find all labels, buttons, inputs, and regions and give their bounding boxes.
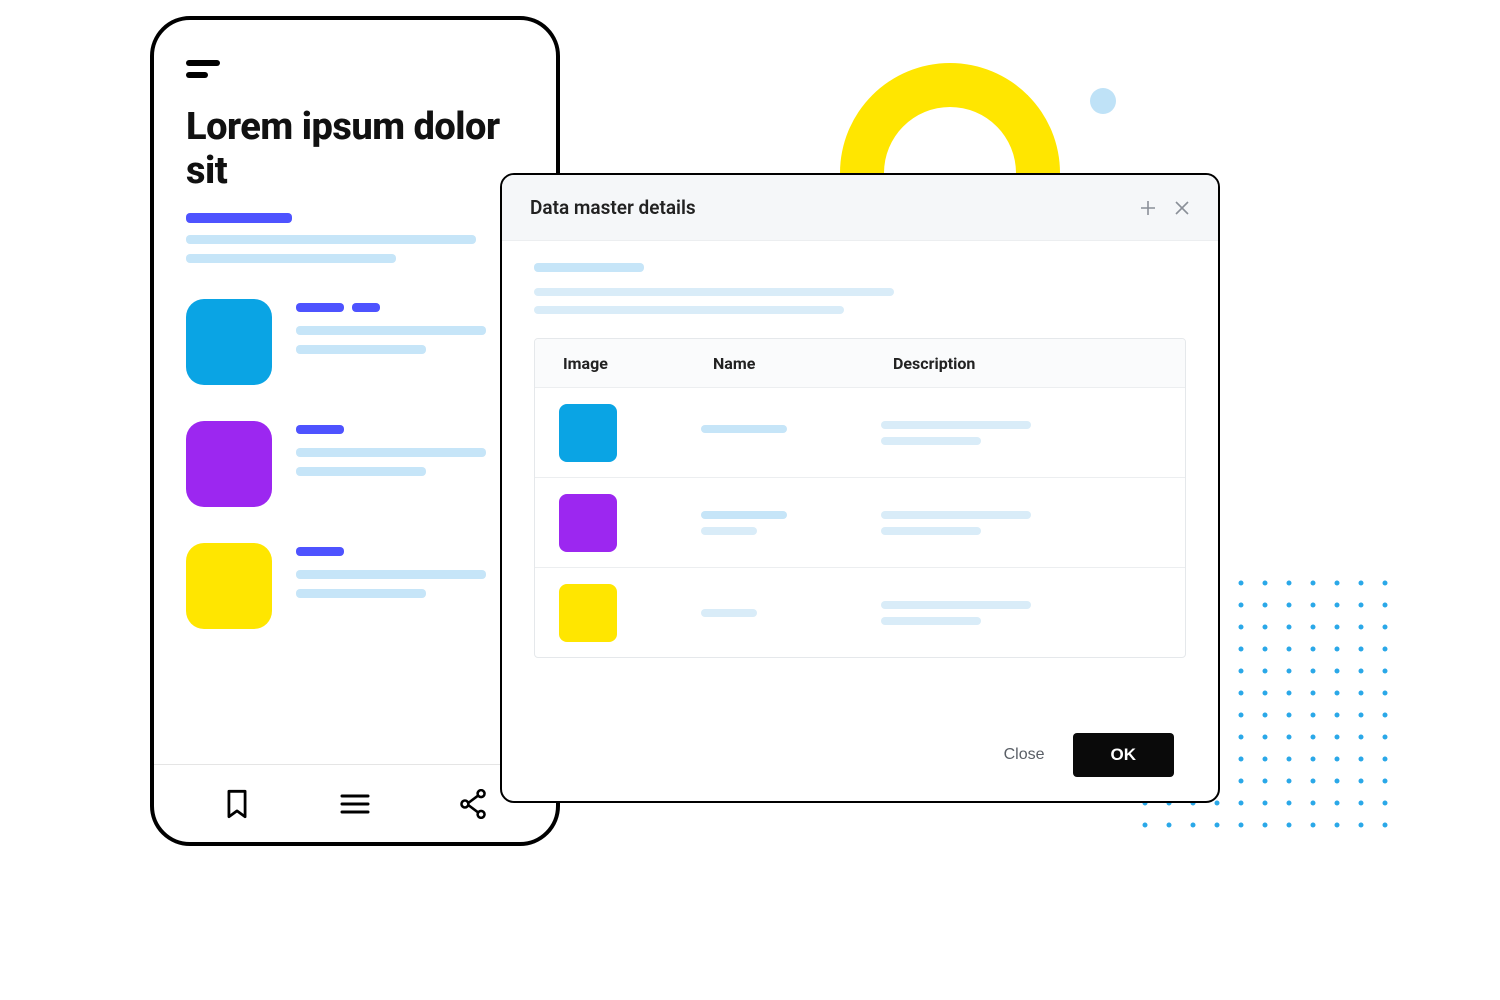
dialog-footer: Close OK bbox=[502, 713, 1218, 801]
item-thumbnail bbox=[186, 421, 272, 507]
close-button[interactable]: Close bbox=[1004, 746, 1045, 764]
dialog-header: Data master details bbox=[502, 175, 1218, 241]
row-name bbox=[701, 511, 881, 535]
item-body bbox=[296, 299, 524, 385]
list-item[interactable] bbox=[186, 543, 524, 629]
col-image: Image bbox=[551, 354, 701, 373]
row-description bbox=[881, 421, 1169, 445]
row-name bbox=[701, 425, 881, 441]
decor-dot bbox=[1090, 88, 1116, 114]
list-item[interactable] bbox=[186, 421, 524, 507]
col-name: Name bbox=[701, 354, 881, 373]
table-header: Image Name Description bbox=[535, 339, 1185, 387]
row-thumbnail bbox=[559, 404, 617, 462]
row-description bbox=[881, 601, 1169, 625]
data-table: Image Name Description bbox=[534, 338, 1186, 658]
dialog-title: Data master details bbox=[530, 196, 1122, 219]
share-icon[interactable] bbox=[459, 789, 487, 819]
row-thumbnail bbox=[559, 584, 617, 642]
col-description: Description bbox=[881, 354, 1169, 373]
page-title: Lorem ipsum dolor sit bbox=[186, 106, 524, 193]
item-body bbox=[296, 543, 524, 629]
row-thumbnail bbox=[559, 494, 617, 552]
item-body bbox=[296, 421, 524, 507]
plus-icon[interactable] bbox=[1140, 200, 1156, 216]
table-row[interactable] bbox=[535, 567, 1185, 657]
row-name bbox=[701, 609, 881, 617]
dialog: Data master details Image Name Descripti… bbox=[500, 173, 1220, 803]
close-icon[interactable] bbox=[1174, 200, 1190, 216]
list-icon[interactable] bbox=[340, 793, 370, 815]
tab-bar bbox=[154, 764, 556, 842]
list-item[interactable] bbox=[186, 299, 524, 385]
ok-button[interactable]: OK bbox=[1073, 733, 1175, 777]
decor-half-ring bbox=[840, 63, 1060, 173]
lead-placeholder bbox=[186, 213, 524, 263]
menu-icon[interactable] bbox=[186, 60, 220, 78]
dialog-lead-placeholder bbox=[534, 263, 1186, 314]
table-row[interactable] bbox=[535, 387, 1185, 477]
bookmark-icon[interactable] bbox=[223, 789, 251, 819]
item-thumbnail bbox=[186, 299, 272, 385]
row-description bbox=[881, 511, 1169, 535]
phone-frame: Lorem ipsum dolor sit bbox=[150, 16, 560, 846]
item-thumbnail bbox=[186, 543, 272, 629]
table-row[interactable] bbox=[535, 477, 1185, 567]
